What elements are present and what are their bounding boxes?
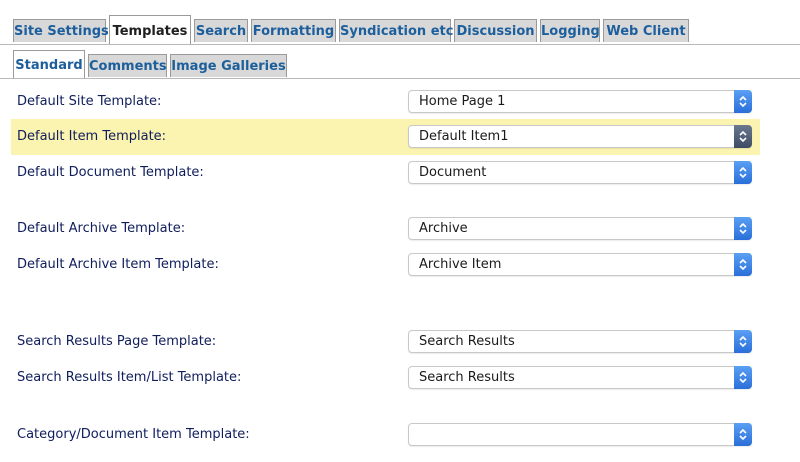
field-row-category-document-item-template: Category/Document Item Template: <box>11 417 760 453</box>
field-label: Search Results Page Template: <box>17 334 217 349</box>
subtab-image-galleries[interactable]: Image Galleries <box>170 54 287 77</box>
up-down-chevron-icon <box>734 217 752 240</box>
document-template-select[interactable]: Document <box>408 161 752 184</box>
up-down-chevron-icon <box>734 161 752 184</box>
subtab-comments[interactable]: Comments <box>88 54 167 77</box>
tab-formatting[interactable]: Formatting <box>251 19 336 42</box>
tab-syndication[interactable]: Syndication etc <box>339 19 453 42</box>
field-label: Default Site Template: <box>17 94 162 109</box>
field-row-document-template: Default Document Template: Document <box>11 155 760 191</box>
up-down-chevron-icon <box>734 90 752 113</box>
field-label: Default Archive Template: <box>17 221 186 236</box>
category-document-item-select[interactable] <box>408 423 752 446</box>
field-row-search-results-item-template: Search Results Item/List Template: Searc… <box>11 360 760 396</box>
search-results-page-select[interactable]: Search Results <box>408 330 752 353</box>
main-tab-bar: Site Settings Templates Search Formattin… <box>0 0 800 45</box>
field-label: Default Archive Item Template: <box>17 257 219 272</box>
field-label: Default Document Template: <box>17 165 204 180</box>
select-value: Search Results <box>419 370 515 385</box>
site-template-select[interactable]: Home Page 1 <box>408 90 752 113</box>
field-label: Search Results Item/List Template: <box>17 370 242 385</box>
select-value: Home Page 1 <box>419 94 506 109</box>
field-row-site-template: Default Site Template: Home Page 1 <box>11 84 760 120</box>
field-label: Category/Document Item Template: <box>17 427 250 442</box>
select-value: Default Item1 <box>419 129 509 144</box>
tab-web-client[interactable]: Web Client <box>603 19 689 42</box>
field-row-archive-template: Default Archive Template: Archive <box>11 211 760 247</box>
tab-search[interactable]: Search <box>194 19 248 42</box>
select-value: Document <box>419 165 487 180</box>
sub-tab-bar: Standard Comments Image Galleries <box>0 44 800 79</box>
select-value: Archive Item <box>419 257 502 272</box>
up-down-chevron-icon <box>734 125 752 148</box>
tab-logging[interactable]: Logging <box>540 19 600 42</box>
up-down-chevron-icon <box>734 330 752 353</box>
tab-site-settings[interactable]: Site Settings <box>13 19 109 42</box>
subtab-standard[interactable]: Standard <box>13 50 85 78</box>
up-down-chevron-icon <box>734 366 752 389</box>
tab-templates[interactable]: Templates <box>109 15 191 44</box>
up-down-chevron-icon <box>734 423 752 446</box>
archive-template-select[interactable]: Archive <box>408 217 752 240</box>
select-value: Search Results <box>419 334 515 349</box>
field-row-search-results-page-template: Search Results Page Template: Search Res… <box>11 324 760 360</box>
item-template-select[interactable]: Default Item1 <box>408 125 752 148</box>
select-value: Archive <box>419 221 468 236</box>
archive-item-template-select[interactable]: Archive Item <box>408 253 752 276</box>
tab-discussion[interactable]: Discussion <box>454 19 537 42</box>
up-down-chevron-icon <box>734 253 752 276</box>
field-row-archive-item-template: Default Archive Item Template: Archive I… <box>11 247 760 283</box>
field-label: Default Item Template: <box>17 129 167 144</box>
field-row-item-template: Default Item Template: Default Item1 <box>11 119 760 155</box>
search-results-item-select[interactable]: Search Results <box>408 366 752 389</box>
